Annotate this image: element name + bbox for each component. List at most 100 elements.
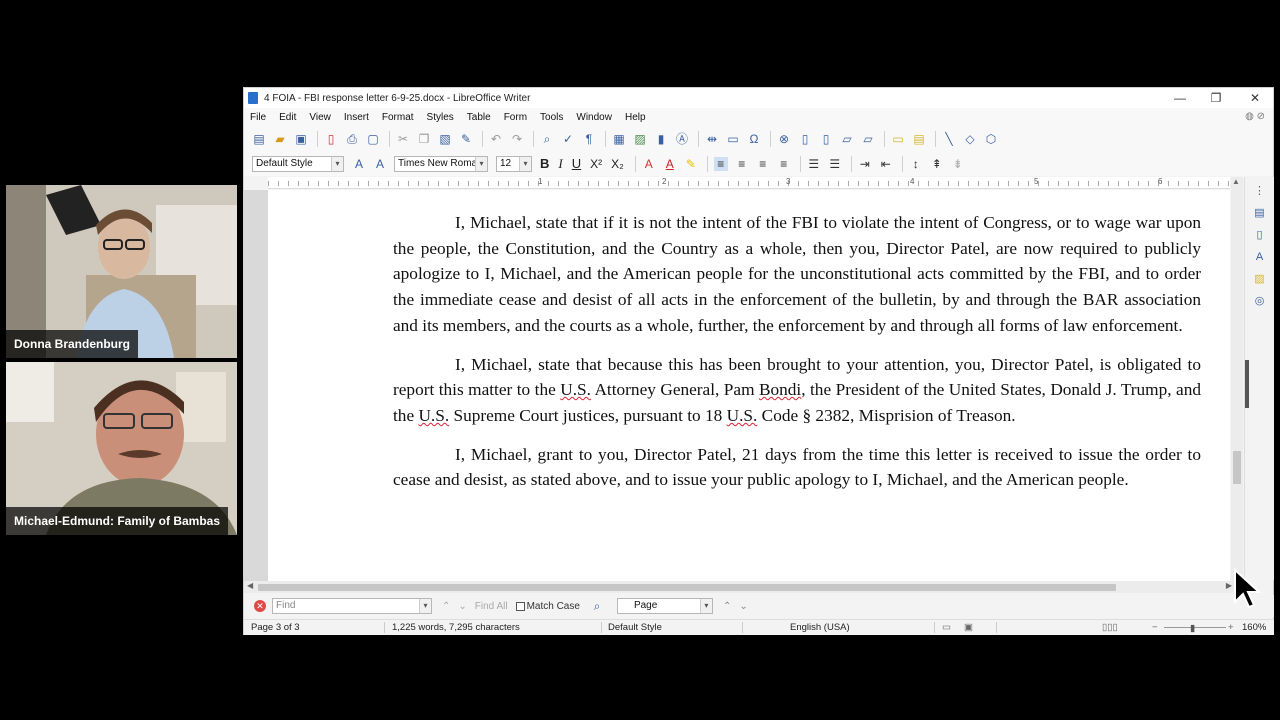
page-icon[interactable]: ▯: [1253, 228, 1267, 242]
decrease-indent-icon[interactable]: ⇤: [879, 157, 893, 171]
font-name-select[interactable]: Times New Roman ▾: [394, 155, 488, 172]
align-right-icon[interactable]: ≡: [756, 157, 770, 171]
find-all-button[interactable]: Find All: [475, 601, 508, 612]
extension-update-icon[interactable]: ◍ ⊘: [1245, 111, 1265, 122]
page-style-status[interactable]: Default Style: [608, 622, 662, 633]
redo-icon[interactable]: ↷: [510, 132, 524, 146]
selection-mode-icon[interactable]: ▣: [964, 622, 973, 633]
zoom-in-icon[interactable]: +: [1228, 622, 1234, 633]
special-character-icon[interactable]: Ω: [747, 132, 761, 146]
save-icon[interactable]: ▣: [294, 132, 308, 146]
draw-functions-icon[interactable]: ⬡: [984, 132, 998, 146]
insert-table-icon[interactable]: ▦: [612, 132, 626, 146]
sidebar-collapse-handle[interactable]: [1245, 360, 1249, 408]
paste-icon[interactable]: ▧: [438, 132, 452, 146]
word-count-status[interactable]: 1,225 words, 7,295 characters: [392, 622, 520, 633]
gallery-icon[interactable]: ▨: [1253, 272, 1267, 286]
more-options-icon[interactable]: ⋮: [1253, 184, 1267, 198]
horizontal-scrollbar[interactable]: ◀ ▶: [244, 581, 1244, 593]
spelling-error[interactable]: U.S.: [560, 380, 591, 399]
align-center-icon[interactable]: ≡: [735, 157, 749, 171]
font-size-select[interactable]: 12 ▾: [496, 155, 532, 172]
scroll-right-icon[interactable]: ▶: [1226, 581, 1232, 590]
navigator-icon[interactable]: ◎: [1253, 294, 1267, 308]
page-break-icon[interactable]: ⇹: [705, 132, 719, 146]
close-find-bar-icon[interactable]: ✕: [254, 600, 266, 612]
font-color-icon[interactable]: A: [663, 157, 677, 171]
vertical-scroll-thumb[interactable]: [1233, 451, 1241, 484]
scroll-up-icon[interactable]: ▲: [1232, 177, 1240, 186]
comment-icon[interactable]: ▭: [891, 132, 905, 146]
spelling-error[interactable]: Bondi: [759, 380, 801, 399]
increase-indent-icon[interactable]: ⇥: [858, 157, 872, 171]
find-next-icon[interactable]: ⌄: [458, 601, 466, 612]
match-case-checkbox[interactable]: [515, 601, 525, 611]
open-folder-icon[interactable]: ▰: [273, 132, 287, 146]
menu-view[interactable]: View: [309, 112, 331, 123]
numbering-icon[interactable]: ☰: [828, 157, 842, 171]
italic-button[interactable]: I: [558, 156, 562, 172]
menu-styles[interactable]: Styles: [427, 112, 454, 123]
chevron-down-icon[interactable]: ▾: [519, 156, 531, 171]
zoom-level[interactable]: 160%: [1242, 622, 1266, 633]
chevron-down-icon[interactable]: ▾: [475, 156, 487, 171]
formatting-marks-icon[interactable]: ¶: [582, 132, 596, 146]
document-body[interactable]: I, Michael, state that if it is not the …: [393, 210, 1201, 506]
footnote-icon[interactable]: ▯: [798, 132, 812, 146]
hyperlink-icon[interactable]: ⊗: [777, 132, 791, 146]
new-style-icon[interactable]: A: [373, 157, 387, 171]
undo-icon[interactable]: ↶: [489, 132, 503, 146]
align-left-icon[interactable]: ≡: [713, 156, 728, 171]
next-page-icon[interactable]: ⌄: [739, 601, 747, 612]
spelling-error[interactable]: U.S.: [418, 406, 449, 425]
navigate-by-select[interactable]: Page ▾: [616, 598, 713, 614]
title-bar[interactable]: 4 FOIA - FBI response letter 6-9-25.docx…: [244, 88, 1273, 108]
paragraph-spacing-icon[interactable]: ⇞: [930, 157, 944, 171]
scroll-left-icon[interactable]: ◀: [247, 581, 253, 590]
paragraph[interactable]: I, Michael, state that if it is not the …: [393, 210, 1201, 339]
close-button[interactable]: ✕: [1237, 88, 1273, 108]
track-changes-icon[interactable]: ▤: [912, 132, 926, 146]
bullets-icon[interactable]: ☰: [807, 157, 821, 171]
properties-icon[interactable]: ▤: [1253, 206, 1267, 220]
insert-textbox-icon[interactable]: Ⓐ: [675, 132, 689, 146]
print-preview-icon[interactable]: ▢: [366, 132, 380, 146]
export-pdf-icon[interactable]: ▯: [324, 132, 338, 146]
insert-image-icon[interactable]: ▨: [633, 132, 647, 146]
update-style-icon[interactable]: A: [352, 157, 366, 171]
insert-chart-icon[interactable]: ▮: [654, 132, 668, 146]
restore-button[interactable]: ❐: [1198, 88, 1234, 108]
menu-insert[interactable]: Insert: [344, 112, 369, 123]
menu-table[interactable]: Table: [467, 112, 491, 123]
page-number-status[interactable]: Page 3 of 3: [251, 622, 300, 633]
zoom-out-icon[interactable]: −: [1152, 622, 1158, 633]
new-document-icon[interactable]: ▤: [252, 132, 266, 146]
menu-edit[interactable]: Edit: [279, 112, 296, 123]
clone-formatting-icon[interactable]: ✎: [459, 132, 473, 146]
styles-icon[interactable]: A: [1253, 250, 1267, 264]
previous-page-icon[interactable]: ⌃: [723, 601, 731, 612]
insert-mode-icon[interactable]: ▭: [942, 622, 951, 633]
menu-help[interactable]: Help: [625, 112, 646, 123]
paragraph-style-select[interactable]: Default Style ▾: [252, 155, 344, 172]
insert-line-icon[interactable]: ╲: [942, 132, 956, 146]
find-input[interactable]: Find ▾: [272, 598, 432, 614]
line-spacing-icon[interactable]: ↕: [909, 157, 923, 171]
vertical-scrollbar[interactable]: ▲ ▼: [1231, 177, 1243, 580]
print-icon[interactable]: ⎙: [345, 132, 359, 146]
menu-window[interactable]: Window: [576, 112, 612, 123]
paragraph[interactable]: I, Michael, grant to you, Director Patel…: [393, 442, 1201, 493]
insert-field-icon[interactable]: ▭: [726, 132, 740, 146]
menu-file[interactable]: File: [250, 112, 266, 123]
zoom-slider-thumb[interactable]: ▮: [1190, 623, 1195, 634]
minimize-button[interactable]: —: [1162, 88, 1198, 108]
clear-formatting-icon[interactable]: A: [642, 157, 656, 171]
find-replace-icon[interactable]: ⌕: [590, 599, 604, 613]
endnote-icon[interactable]: ▯: [819, 132, 833, 146]
menu-form[interactable]: Form: [504, 112, 527, 123]
participant-video-michael[interactable]: Michael-Edmund: Family of Bambas: [6, 362, 237, 535]
bold-button[interactable]: B: [540, 156, 549, 171]
chevron-down-icon[interactable]: ▾: [331, 156, 343, 171]
document-page[interactable]: I, Michael, state that if it is not the …: [268, 190, 1230, 581]
spelling-error[interactable]: U.S.: [727, 406, 758, 425]
